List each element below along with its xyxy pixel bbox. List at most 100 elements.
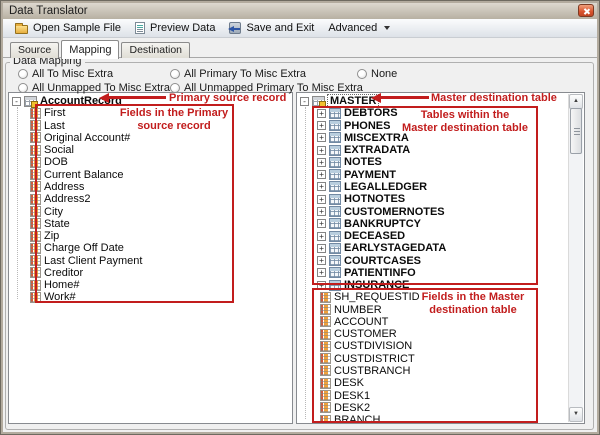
tree-item-label: CUSTOMERNOTES — [344, 206, 445, 218]
expand-icon[interactable]: + — [317, 182, 326, 191]
tree-item-label: DEBTORS — [344, 107, 398, 119]
expand-icon[interactable]: + — [317, 109, 326, 118]
destination-table-item[interactable]: +PAYMENT — [297, 169, 584, 181]
destination-table-item[interactable]: + HOTNOTES — [297, 193, 584, 205]
field-icon — [320, 390, 331, 401]
expand-icon[interactable]: + — [317, 281, 326, 290]
table-icon — [329, 145, 341, 156]
expand-icon[interactable]: + — [317, 232, 326, 241]
expand-icon[interactable]: + — [317, 146, 326, 155]
radio-none[interactable]: None — [357, 68, 397, 80]
vertical-scrollbar[interactable]: ▲ ▼ — [568, 94, 583, 422]
source-field-item[interactable]: Work# — [9, 291, 292, 303]
radio-all-unmapped-to-misc-extra[interactable]: All Unmapped To Misc Extra — [18, 82, 170, 94]
save-and-exit-button[interactable]: Save and Exit — [229, 22, 314, 34]
source-field-item[interactable]: Creditor — [9, 267, 292, 279]
destination-field-item[interactable]: DESK2 — [297, 402, 584, 414]
tree-item-label: Address2 — [44, 193, 90, 205]
destination-field-item[interactable]: CUSTDIVISION — [297, 340, 584, 352]
tree-item-label: INSURANCE — [344, 279, 409, 291]
table-icon — [329, 169, 341, 180]
radio-all-to-misc-extra[interactable]: All To Misc Extra — [18, 68, 113, 80]
tree-item-label: State — [44, 218, 70, 230]
tree-item-label: City — [44, 206, 63, 218]
destination-table-item[interactable]: +PATIENTINFO — [297, 267, 584, 279]
destination-table-item[interactable]: +EXTRADATA — [297, 144, 584, 156]
destination-field-item[interactable]: DESK1 — [297, 389, 584, 401]
destination-field-item[interactable]: CUSTOMER — [297, 328, 584, 340]
advanced-menu-button[interactable]: Advanced — [328, 22, 390, 34]
expand-icon[interactable]: + — [317, 244, 326, 253]
destination-field-item[interactable]: ACCOUNT — [297, 316, 584, 328]
expand-icon[interactable]: + — [317, 133, 326, 142]
destination-table-item[interactable]: +DECEASED — [297, 230, 584, 242]
save-and-exit-label: Save and Exit — [246, 22, 314, 34]
radio-all-primary-to-misc-extra[interactable]: All Primary To Misc Extra — [170, 68, 306, 80]
destination-table-item[interactable]: + INSURANCE — [297, 279, 584, 291]
source-field-item[interactable]: DOB — [9, 156, 292, 168]
source-field-item[interactable]: Current Balance — [9, 169, 292, 181]
tree-item-label: Last Client Payment — [44, 255, 142, 267]
source-field-item[interactable]: Address2 — [9, 193, 292, 205]
source-field-item[interactable]: Last Client Payment — [9, 254, 292, 266]
destination-tree[interactable]: -MASTER+DEBTORS+PHONES+MISCEXTRA+EXTRADA… — [296, 92, 585, 424]
open-sample-file-button[interactable]: Open Sample File — [15, 22, 121, 34]
destination-table-item[interactable]: +LEGALLEDGER — [297, 181, 584, 193]
field-icon — [320, 378, 331, 389]
expand-icon[interactable]: + — [317, 207, 326, 216]
table-icon — [329, 181, 341, 192]
document-icon — [135, 22, 145, 34]
expand-icon[interactable]: + — [317, 256, 326, 265]
open-sample-file-label: Open Sample File — [33, 22, 121, 34]
destination-field-item[interactable]: CUSTBRANCH — [297, 365, 584, 377]
expand-icon[interactable]: + — [317, 121, 326, 130]
table-icon — [329, 280, 341, 291]
tab-source[interactable]: Source — [10, 42, 59, 58]
expand-icon[interactable]: + — [317, 219, 326, 228]
tree-item-label: HOTNOTES — [344, 193, 405, 205]
destination-field-item[interactable]: CUSTDISTRICT — [297, 353, 584, 365]
source-field-item[interactable]: Original Account# — [9, 132, 292, 144]
collapse-icon[interactable]: - — [12, 97, 21, 106]
destination-field-item[interactable]: DESK — [297, 377, 584, 389]
field-icon — [30, 194, 41, 205]
field-icon — [30, 267, 41, 278]
collapse-icon[interactable]: - — [300, 97, 309, 106]
scroll-down-icon[interactable]: ▼ — [569, 407, 583, 422]
title-bar[interactable]: Data Translator — [3, 3, 597, 19]
destination-table-item[interactable]: +NOTES — [297, 156, 584, 168]
source-field-item[interactable]: Charge Off Date — [9, 242, 292, 254]
tab-destination[interactable]: Destination — [121, 42, 190, 58]
scrollbar-thumb[interactable] — [570, 108, 582, 154]
destination-table-item[interactable]: + BANKRUPTCY — [297, 218, 584, 230]
source-field-item[interactable]: Zip — [9, 230, 292, 242]
expand-icon[interactable]: + — [317, 195, 326, 204]
scroll-up-icon[interactable]: ▲ — [569, 94, 583, 109]
radio-circle-icon — [170, 69, 180, 79]
annotation-arrow-line — [108, 96, 166, 99]
source-field-item[interactable]: Social — [9, 144, 292, 156]
expand-icon[interactable]: + — [317, 268, 326, 277]
source-field-item[interactable]: State — [9, 218, 292, 230]
source-field-item[interactable]: Address — [9, 181, 292, 193]
expand-icon[interactable]: + — [317, 158, 326, 167]
preview-data-button[interactable]: Preview Data — [135, 22, 215, 34]
annotation-fields-in-primary: Fields in the Primary source record — [116, 107, 232, 132]
field-icon — [30, 255, 41, 266]
destination-table-item[interactable]: +EARLYSTAGEDATA — [297, 242, 584, 254]
destination-field-item[interactable]: BRANCH — [297, 414, 584, 424]
table-icon — [329, 255, 341, 266]
tree-item-label: BANKRUPTCY — [344, 218, 421, 230]
source-field-item[interactable]: Home# — [9, 279, 292, 291]
close-icon[interactable] — [578, 4, 594, 17]
tab-mapping[interactable]: Mapping — [61, 40, 119, 59]
source-field-item[interactable]: City — [9, 205, 292, 217]
expand-icon[interactable]: + — [317, 170, 326, 179]
source-tree[interactable]: -AccountRecordFirstLastOriginal Account#… — [8, 92, 293, 424]
destination-table-item[interactable]: + CUSTOMERNOTES — [297, 205, 584, 217]
tree-item-label: DESK1 — [334, 390, 370, 402]
source-tree-rows: -AccountRecordFirstLastOriginal Account#… — [9, 93, 292, 423]
annotation-master-destination-table: Master destination table — [431, 92, 557, 104]
table-icon — [329, 194, 341, 205]
destination-table-item[interactable]: +COURTCASES — [297, 254, 584, 266]
